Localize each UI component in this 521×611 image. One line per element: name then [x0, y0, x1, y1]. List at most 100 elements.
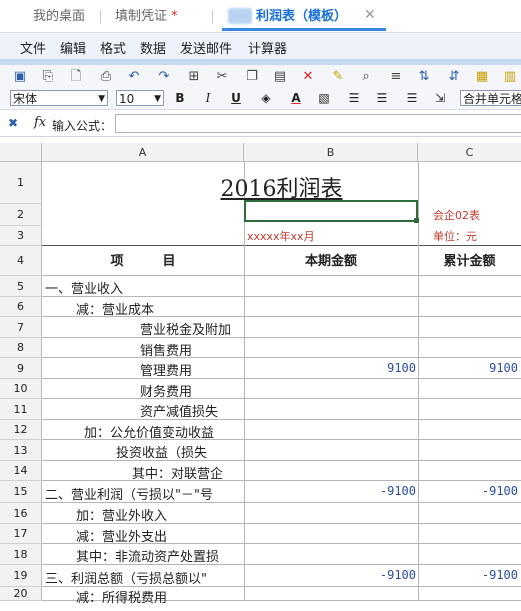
current-amount-cell[interactable]: -9100: [244, 484, 416, 498]
row-header[interactable]: 7: [0, 317, 42, 338]
underline-button[interactable]: U: [228, 90, 244, 106]
cancel-formula-icon[interactable]: ✖: [8, 116, 18, 130]
align-left-icon[interactable]: ☰: [346, 90, 362, 106]
form-code[interactable]: 会企02表: [433, 207, 480, 223]
header-current-amount[interactable]: 本期金额: [244, 250, 418, 269]
folder-icon[interactable]: ▦: [474, 69, 490, 85]
row-header[interactable]: 3: [0, 226, 42, 246]
sort-ascending-icon[interactable]: ⇅: [416, 69, 432, 85]
item-label-cell[interactable]: 二、营业利润（亏损以"－"号: [45, 484, 242, 503]
header-cumulative-amount[interactable]: 累计金额: [418, 250, 521, 269]
copy-file-icon[interactable]: ⎘: [40, 69, 56, 85]
period-label[interactable]: xxxxx年xx月: [247, 228, 315, 244]
row-header[interactable]: 12: [0, 420, 42, 440]
row-header[interactable]: 1: [0, 162, 42, 204]
merge-cells-button[interactable]: 合并单元格: [460, 90, 521, 106]
fx-icon[interactable]: fx: [34, 115, 46, 130]
item-label-cell[interactable]: 其中：非流动资产处置损: [76, 546, 242, 565]
column-header-a[interactable]: A: [42, 143, 244, 162]
row-header[interactable]: 13: [0, 440, 42, 461]
font-size-select[interactable]: 10 ▼: [116, 90, 164, 106]
item-label-cell[interactable]: 减：所得税费用: [76, 587, 242, 606]
fill-color-icon[interactable]: ◈: [258, 90, 274, 106]
column-header-c[interactable]: C: [418, 143, 521, 162]
row-header[interactable]: 10: [0, 379, 42, 399]
row-header[interactable]: 9: [0, 358, 42, 379]
menu-edit[interactable]: 编辑: [60, 38, 86, 57]
print-preview-icon[interactable]: 🗋: [68, 69, 84, 85]
cut-icon[interactable]: ✂: [214, 69, 230, 85]
border-icon[interactable]: ▧: [316, 90, 332, 106]
item-label-cell[interactable]: 一、营业收入: [45, 278, 242, 297]
menu-data[interactable]: 数据: [140, 38, 166, 57]
align-center-icon[interactable]: ☰: [374, 90, 390, 106]
paste-icon[interactable]: ▤: [272, 69, 288, 85]
italic-button[interactable]: I: [200, 90, 216, 106]
copy-icon[interactable]: ❐: [244, 69, 260, 85]
fill-handle[interactable]: [414, 218, 419, 223]
find-icon[interactable]: ⌕: [358, 69, 374, 85]
tab-voucher-entry[interactable]: 填制凭证 *: [115, 8, 178, 26]
delete-icon[interactable]: ✕: [300, 69, 316, 85]
select-all-icon[interactable]: ⊞: [186, 69, 202, 85]
item-label-cell[interactable]: 投资收益（损失: [116, 442, 242, 461]
current-amount-cell[interactable]: -9100: [244, 568, 416, 582]
tab-income-statement[interactable]: 利润表（模板）: [256, 8, 347, 26]
menu-file[interactable]: 文件: [20, 38, 46, 57]
replace-icon[interactable]: ≡: [388, 69, 404, 85]
align-right-icon[interactable]: ☰: [404, 90, 420, 106]
folder-open-icon[interactable]: ▥: [502, 69, 518, 85]
row-header[interactable]: 8: [0, 338, 42, 358]
row-header[interactable]: 5: [0, 276, 42, 297]
select-all-corner[interactable]: [0, 143, 42, 162]
save-icon[interactable]: ▣: [12, 69, 28, 85]
format-painter-icon[interactable]: ✎: [330, 69, 346, 85]
header-item[interactable]: 项 目: [42, 250, 244, 269]
formula-input[interactable]: [115, 114, 521, 133]
row-header[interactable]: 15: [0, 481, 42, 503]
undo-icon[interactable]: ↶: [126, 69, 142, 85]
cumulative-amount-cell[interactable]: -9100: [418, 568, 518, 582]
selected-cell[interactable]: [244, 200, 418, 222]
bold-button[interactable]: B: [172, 90, 188, 106]
menu-format[interactable]: 格式: [100, 38, 126, 57]
current-amount-cell[interactable]: 9100: [244, 361, 416, 375]
item-label-cell[interactable]: 三、利润总额（亏损总额以": [45, 568, 242, 587]
sort-descending-icon[interactable]: ⇵: [446, 69, 462, 85]
row-header[interactable]: 2: [0, 204, 42, 226]
gridline: [42, 460, 521, 461]
item-label-cell[interactable]: 加：营业外收入: [76, 505, 242, 524]
row-header[interactable]: 14: [0, 461, 42, 481]
row-header[interactable]: 19: [0, 565, 42, 587]
cumulative-amount-cell[interactable]: 9100: [418, 361, 518, 375]
unit-label[interactable]: 单位：元: [433, 228, 477, 244]
item-label-cell[interactable]: 其中：对联营企: [132, 463, 242, 482]
font-family-select[interactable]: 宋体 ▼: [10, 90, 108, 106]
menu-send-mail[interactable]: 发送邮件: [180, 38, 232, 57]
item-label-cell[interactable]: 营业税金及附加: [140, 319, 242, 338]
column-header-b[interactable]: B: [244, 143, 418, 162]
row-header[interactable]: 18: [0, 544, 42, 565]
item-label-cell[interactable]: 财务费用: [140, 381, 242, 400]
menu-calculator[interactable]: 计算器: [248, 38, 287, 57]
row-header[interactable]: 4: [0, 246, 42, 276]
row-header[interactable]: 17: [0, 524, 42, 544]
row-header[interactable]: 16: [0, 503, 42, 524]
item-label-cell[interactable]: 销售费用: [140, 340, 242, 359]
item-label-cell[interactable]: 管理费用: [140, 360, 242, 379]
row-header[interactable]: 6: [0, 297, 42, 317]
item-label-cell[interactable]: 资产减值损失: [140, 401, 242, 420]
row-header[interactable]: 11: [0, 399, 42, 420]
item-label-cell[interactable]: 减：营业成本: [76, 299, 242, 318]
tab-my-desktop[interactable]: 我的桌面: [33, 8, 85, 26]
close-icon[interactable]: ✕: [364, 7, 376, 23]
cumulative-amount-cell[interactable]: -9100: [418, 484, 518, 498]
font-color-button[interactable]: A: [288, 90, 304, 106]
redo-icon[interactable]: ↷: [156, 69, 172, 85]
item-label-cell[interactable]: 减：营业外支出: [76, 526, 242, 545]
item-label-cell[interactable]: 加：公允价值变动收益: [84, 422, 242, 441]
print-icon[interactable]: ⎙: [98, 69, 114, 85]
sheet-title[interactable]: 2016利润表: [42, 171, 521, 203]
wrap-text-icon[interactable]: ⇲: [432, 90, 448, 106]
row-header[interactable]: 20: [0, 587, 42, 601]
